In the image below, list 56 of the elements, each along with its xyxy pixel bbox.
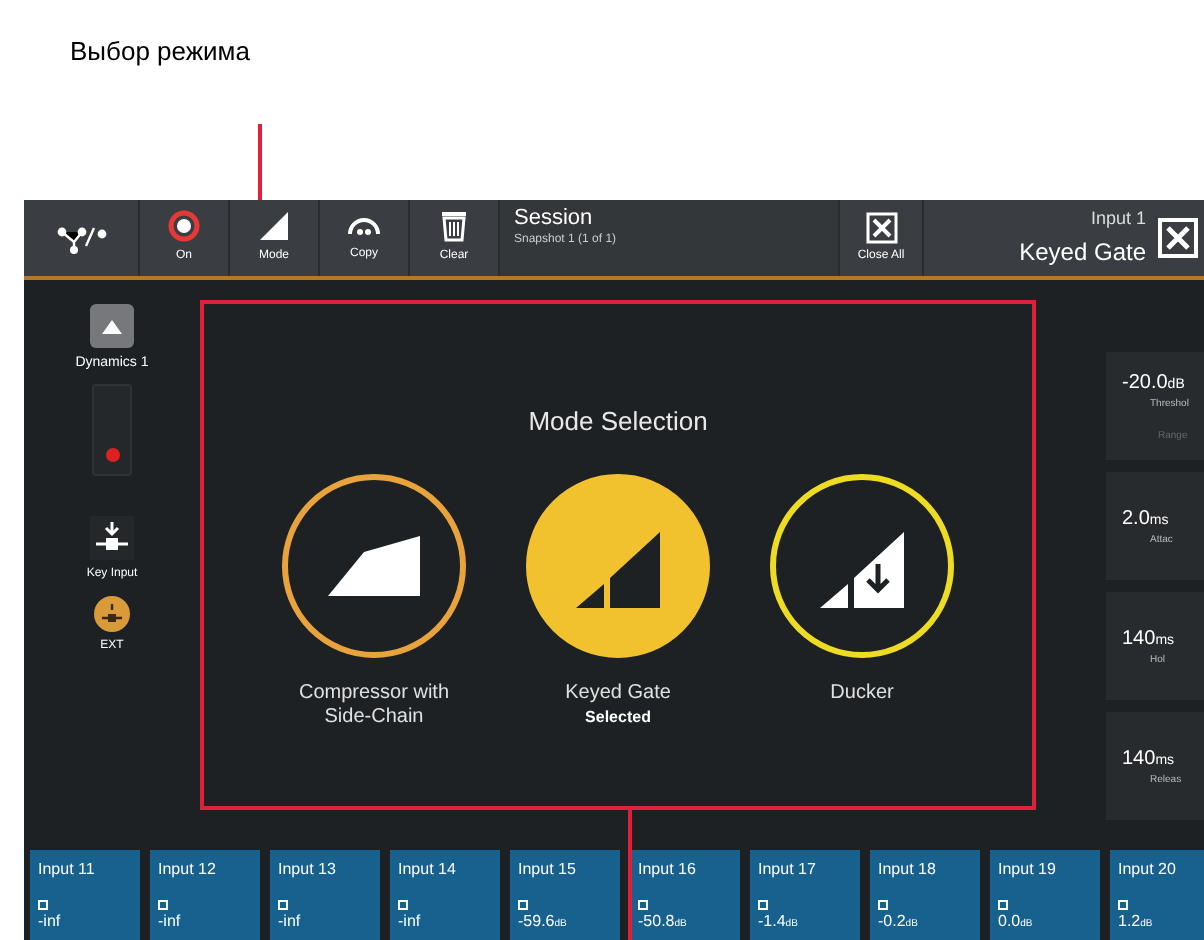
input-level: -inf	[278, 910, 303, 934]
dynamics-up-button[interactable]	[90, 304, 134, 348]
close-button[interactable]	[1158, 218, 1198, 258]
triangle-icon	[258, 210, 290, 242]
trash-icon	[440, 210, 468, 242]
input-name: Input 16	[638, 858, 698, 882]
input-strip[interactable]: Input 13 -inf	[270, 850, 380, 940]
mode-label: Compressor with Side-Chain	[296, 681, 452, 729]
selected-label: Selected	[585, 705, 651, 729]
mode-button[interactable]	[770, 473, 954, 657]
session-title: Session	[514, 206, 595, 232]
monitor-icon	[518, 900, 528, 910]
monitor-icon	[878, 900, 888, 910]
monitor-icon	[1118, 900, 1128, 910]
current-mode: Keyed Gate	[1019, 235, 1146, 270]
input-name: Input 15	[518, 858, 578, 882]
key-input-icon	[96, 521, 128, 553]
monitor-icon	[638, 900, 648, 910]
key-input-icon	[102, 603, 122, 623]
input-name: Input 11	[38, 858, 97, 882]
callout-line	[258, 124, 262, 200]
ext-button[interactable]	[94, 595, 130, 631]
input-name: Input 13	[278, 858, 338, 882]
input-name: Input 12	[158, 858, 218, 882]
monitor-icon	[38, 900, 48, 910]
input-level: -inf	[38, 910, 63, 934]
input-level: -inf	[398, 910, 423, 934]
nodes-icon	[55, 222, 107, 254]
input-name: Input 20	[1118, 858, 1178, 882]
annotation-caption: Выбор режима	[70, 36, 250, 66]
led-icon	[105, 447, 119, 461]
key-input-button[interactable]	[90, 515, 134, 559]
monitor-icon	[398, 900, 408, 910]
close-icon	[1166, 226, 1190, 250]
monitor-icon	[998, 900, 1008, 910]
input-strip[interactable]: Input 11 -inf	[30, 850, 140, 940]
up-triangle-icon	[102, 319, 122, 333]
input-name: Input 17	[758, 858, 818, 882]
input-name: Input 19	[998, 858, 1058, 882]
record-icon	[168, 210, 200, 242]
mode-selection-title: Mode Selection	[528, 404, 708, 440]
arc-icon	[346, 212, 382, 240]
monitor-icon	[158, 900, 168, 910]
close-window-icon	[865, 211, 897, 243]
input-name: Input 18	[878, 858, 938, 882]
monitor-icon	[278, 900, 288, 910]
mode-button[interactable]	[282, 473, 466, 657]
mode-label: Ducker	[830, 681, 894, 705]
input-strip[interactable]: Input 14 -inf	[390, 850, 500, 940]
input-name: Input 14	[398, 858, 458, 882]
ramp-icon	[328, 535, 420, 595]
monitor-icon	[758, 900, 768, 910]
input-strip[interactable]: Input 12 -inf	[150, 850, 260, 940]
mode-label: Keyed Gate	[565, 681, 671, 705]
input-level: -inf	[158, 910, 183, 934]
channel-name: Input 1	[1090, 206, 1146, 233]
